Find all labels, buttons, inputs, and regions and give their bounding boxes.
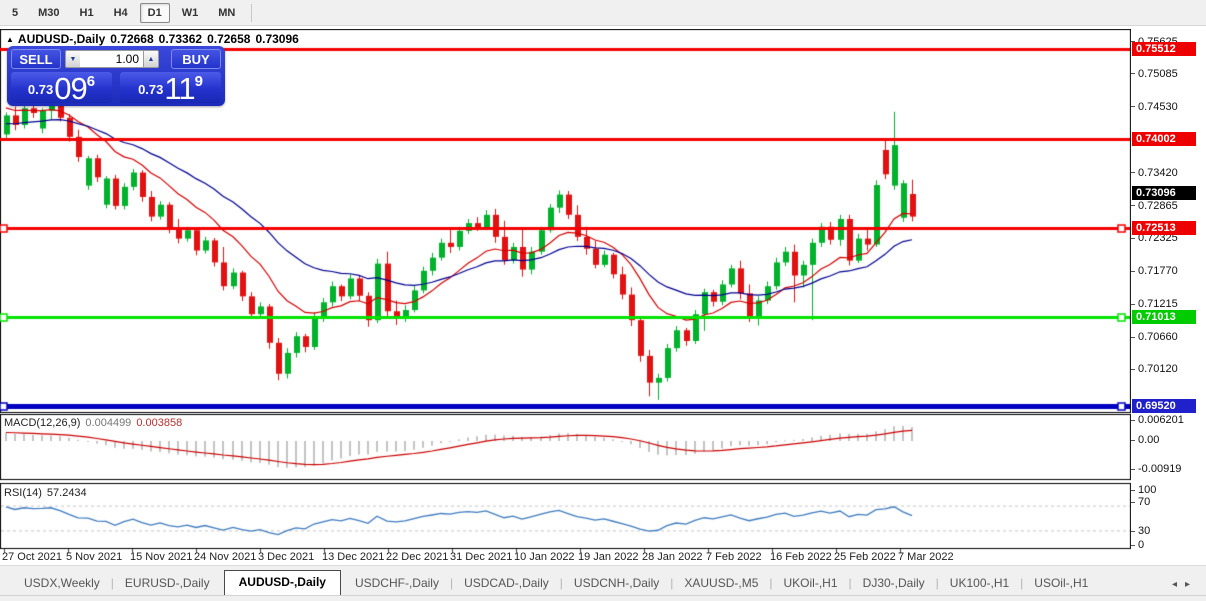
date-label: 10 Jan 2022 — [514, 551, 575, 563]
macd-scale-label: 0.00 — [1131, 434, 1159, 446]
price-scale-label: 0.74530 — [1131, 101, 1178, 113]
buy-price-big: 11 — [164, 71, 195, 106]
buy-price-box[interactable]: 0.73 11 9 — [120, 71, 221, 106]
sell-price-big: 09 — [54, 71, 87, 106]
date-label: 27 Oct 2021 — [2, 551, 62, 563]
macd-indicator-label: MACD(12,26,9) 0.004499 0.003858 — [4, 417, 182, 429]
ohlc-close: 0.73096 — [255, 32, 299, 46]
sell-button[interactable]: SELL — [11, 49, 61, 69]
rsi-scale-label: 70 — [1131, 496, 1150, 508]
current-price-tag: 0.73096 — [1132, 186, 1196, 201]
date-label: 19 Jan 2022 — [578, 551, 639, 563]
tab-usdx-weekly[interactable]: USDX,Weekly — [14, 572, 110, 595]
macd-scale-label: 0.006201 — [1131, 414, 1184, 426]
ohlc-high: 0.73362 — [158, 32, 203, 46]
chart-symbol: AUDUSD-,Daily — [17, 32, 106, 46]
tab-eurusd-daily[interactable]: EURUSD-,Daily — [115, 572, 220, 595]
hline-price-tag-0.74002[interactable]: 0.74002 — [1132, 132, 1196, 147]
volume-input[interactable] — [80, 50, 144, 68]
timeframe-button-w1[interactable]: W1 — [174, 3, 207, 23]
tab-dj30-daily[interactable]: DJ30-,Daily — [853, 572, 935, 595]
timeframe-button-mn[interactable]: MN — [210, 3, 243, 23]
price-scale-label: 0.70120 — [1131, 363, 1178, 375]
ohlc-low: 0.72658 — [207, 32, 251, 46]
tab-usoil-h1[interactable]: USOil-,H1 — [1024, 572, 1098, 595]
buy-price-pip: 9 — [194, 73, 203, 90]
tab-scroll-arrows: ◂▸ — [1172, 579, 1198, 590]
sell-price-pip: 6 — [86, 73, 96, 90]
one-click-trading-panel: SELL ▼ ▲ BUY 0.73 09 6 0.73 11 9 — [7, 46, 225, 106]
date-label: 22 Dec 2021 — [386, 551, 449, 563]
tab-scroll-right-icon[interactable]: ▸ — [1185, 579, 1198, 590]
price-scale-label: 0.73420 — [1131, 167, 1178, 179]
chart-tabs-bar: USDX,Weekly | EURUSD-,Daily AUDUSD-,Daily US… — [0, 570, 1206, 595]
mt4-window: 5 M30 H1 H4 D1 W1 MN ▲ AUDUSD-,Daily 0.72668 0.73… — [0, 0, 1206, 601]
tab-usdcad-daily[interactable]: USDCAD-,Daily — [454, 572, 559, 595]
price-scale-label: 0.71215 — [1131, 298, 1178, 310]
rsi-scale-label: 30 — [1131, 525, 1150, 537]
date-label: 28 Jan 2022 — [642, 551, 703, 563]
collapse-panel-icon[interactable]: ▲ — [6, 35, 14, 44]
buy-price-prefix: 0.73 — [138, 82, 164, 97]
sell-price-box[interactable]: 0.73 09 6 — [11, 71, 112, 106]
hline-price-tag-0.71013[interactable]: 0.71013 — [1132, 310, 1196, 324]
date-label: 3 Dec 2021 — [258, 551, 315, 563]
price-scale-label: 0.71770 — [1131, 265, 1178, 277]
date-label: 31 Dec 2021 — [450, 551, 513, 563]
tab-usdcnh-daily[interactable]: USDCNH-,Daily — [564, 572, 669, 595]
tab-audusd-daily[interactable]: AUDUSD-,Daily — [223, 570, 341, 595]
date-label: 13 Dec 2021 — [322, 551, 385, 563]
date-label: 24 Nov 2021 — [194, 551, 257, 563]
sell-price-prefix: 0.73 — [27, 82, 54, 97]
timeframe-button-m30[interactable]: M30 — [30, 3, 67, 23]
rsi-scale-label: 100 — [1131, 484, 1156, 496]
tab-usdchf-daily[interactable]: USDCHF-,Daily — [345, 572, 449, 595]
macd-scale-label: -0.00919 — [1131, 463, 1181, 475]
rsi-indicator-label: RSI(14) 57.2434 — [4, 487, 87, 499]
tab-ukoil-h1[interactable]: UKOil-,H1 — [774, 572, 848, 595]
timeframe-button-h4[interactable]: H4 — [106, 3, 136, 23]
hline-price-tag-0.72513[interactable]: 0.72513 — [1132, 220, 1196, 235]
price-scale-label: 0.75085 — [1131, 68, 1178, 80]
hline-price-tag-0.75512[interactable]: 0.75512 — [1132, 42, 1196, 57]
date-label: 5 Nov 2021 — [66, 551, 123, 563]
tab-scroll-left-icon[interactable]: ◂ — [1172, 579, 1185, 590]
date-label: 25 Feb 2022 — [834, 551, 896, 563]
macd-name: MACD(12,26,9) — [4, 417, 81, 429]
buy-button[interactable]: BUY — [171, 49, 221, 69]
status-bar — [0, 595, 1206, 601]
hline-price-tag-0.69520[interactable]: 0.69520 — [1132, 398, 1196, 413]
macd-value: 0.004499 — [85, 417, 132, 429]
timeframe-button-h1[interactable]: H1 — [72, 3, 102, 23]
rsi-value: 57.2434 — [46, 487, 87, 499]
chevron-down-icon: ▼ — [69, 55, 77, 63]
price-scale-label: 0.70660 — [1131, 331, 1178, 343]
chart-canvas[interactable] — [0, 29, 1131, 565]
rsi-name: RSI(14) — [4, 487, 42, 499]
date-label: 16 Feb 2022 — [770, 551, 832, 563]
chart-window: ▲ AUDUSD-,Daily 0.72668 0.73362 0.72658 0.730… — [0, 29, 1206, 574]
chart-title: ▲ AUDUSD-,Daily 0.72668 0.73362 0.72658 0.730… — [6, 32, 304, 46]
price-scale-label: 0.72865 — [1131, 200, 1178, 212]
macd-signal-value: 0.003858 — [136, 417, 183, 429]
timeframe-toolbar: 5 M30 H1 H4 D1 W1 MN — [0, 0, 1206, 26]
date-label: 7 Feb 2022 — [706, 551, 762, 563]
rsi-scale-label: 0 — [1131, 539, 1144, 551]
price-axis: 0.756250.750850.745300.734200.728650.723… — [1131, 29, 1206, 565]
volume-down-button[interactable]: ▼ — [65, 50, 81, 68]
tab-uk100-h1[interactable]: UK100-,H1 — [940, 572, 1019, 595]
tab-xauusd-m5[interactable]: XAUUSD-,M5 — [674, 572, 768, 595]
timeframe-button-d1[interactable]: D1 — [139, 2, 170, 23]
volume-up-button[interactable]: ▲ — [143, 50, 159, 68]
timeframe-button-5[interactable]: 5 — [4, 3, 26, 23]
ohlc-open: 0.72668 — [110, 32, 154, 46]
toolbar-separator — [251, 3, 253, 22]
chevron-up-icon: ▲ — [147, 55, 155, 63]
date-label: 15 Nov 2021 — [130, 551, 193, 563]
date-label: 7 Mar 2022 — [898, 551, 954, 563]
